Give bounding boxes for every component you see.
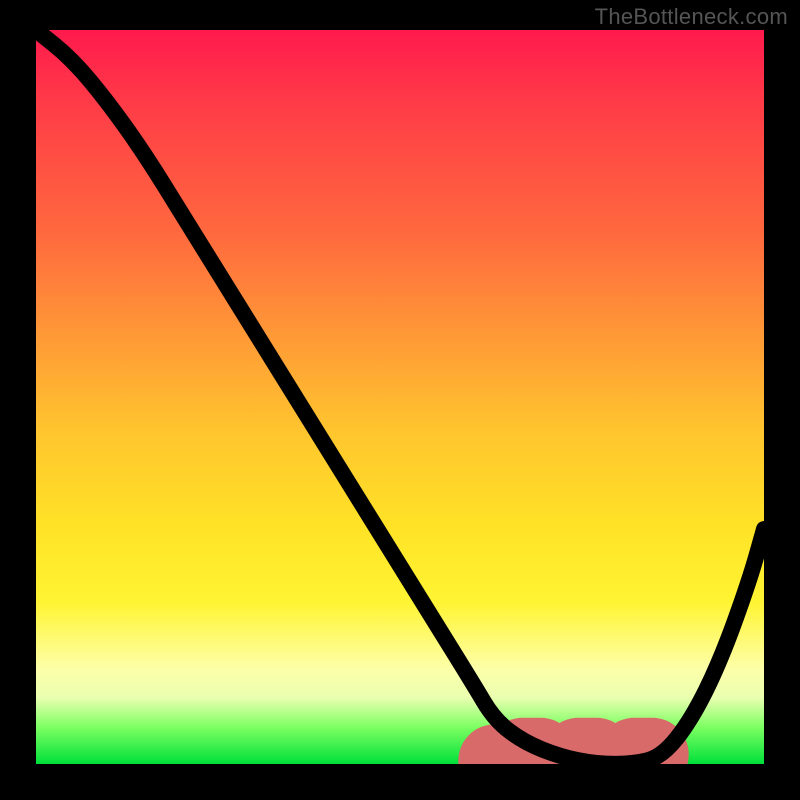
- bottleneck-curve: [36, 30, 764, 764]
- watermark-text: TheBottleneck.com: [595, 4, 788, 30]
- chart-area: [36, 30, 764, 764]
- chart-svg: [36, 30, 764, 764]
